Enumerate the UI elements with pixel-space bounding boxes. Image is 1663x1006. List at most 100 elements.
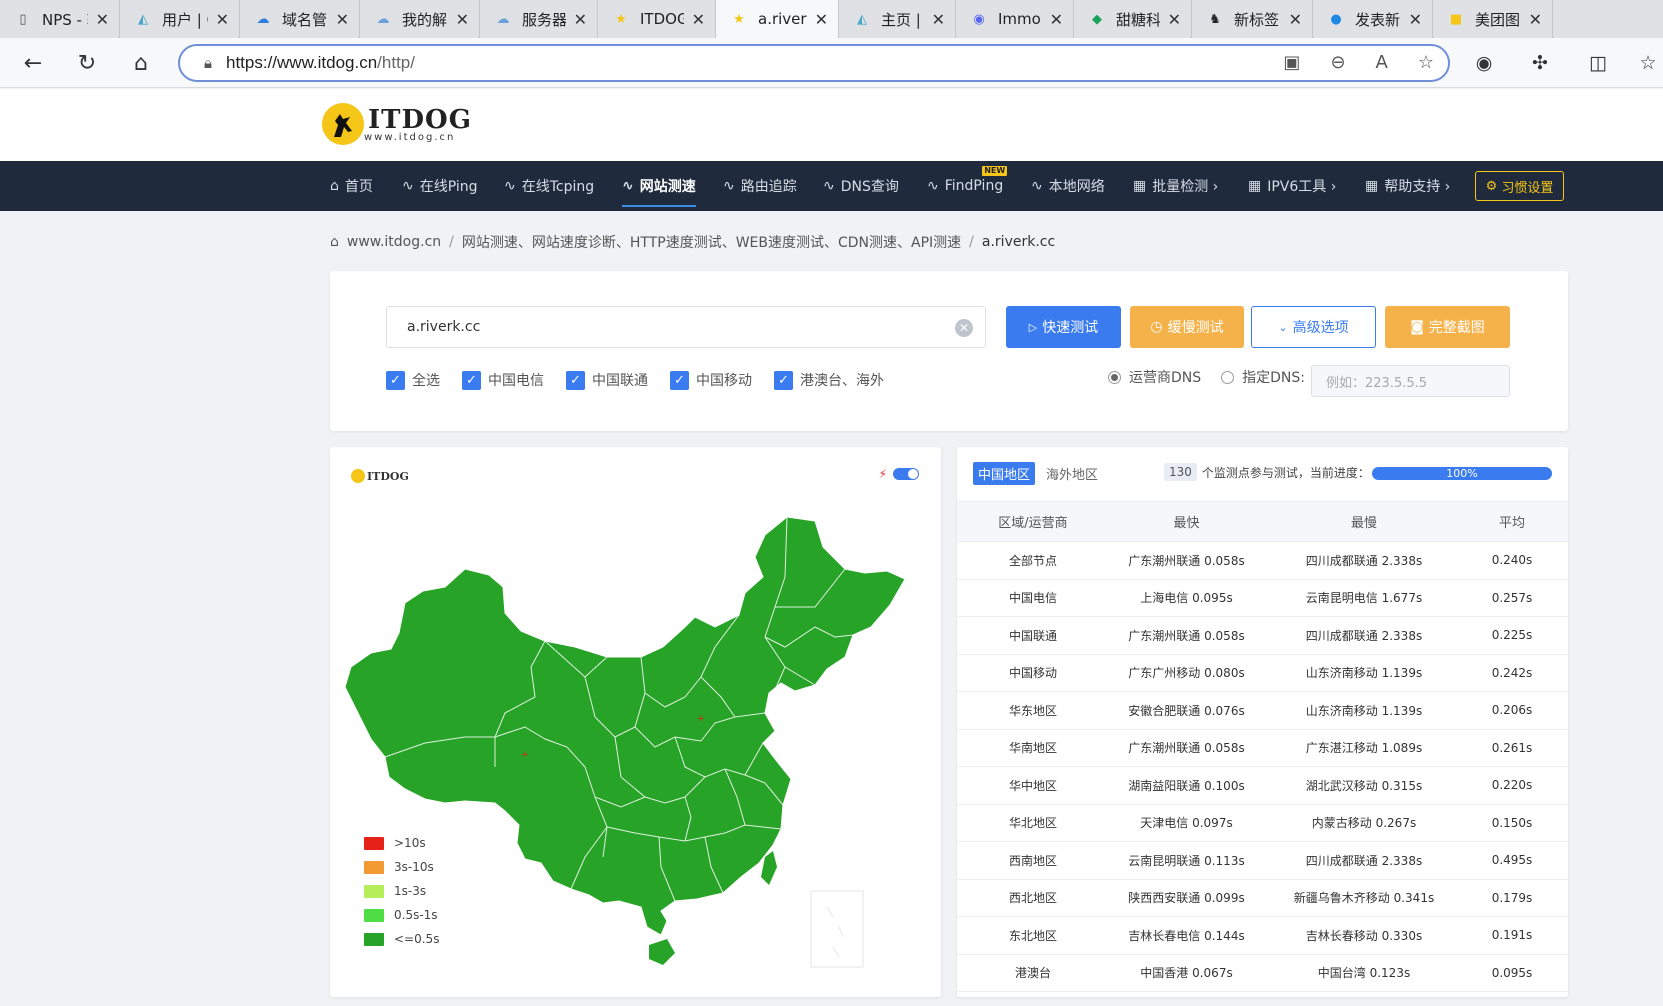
slow-test-button[interactable]: ◷ 缓慢测试 (1130, 306, 1244, 348)
browser-tab[interactable]: ◭用户 | C✕ (120, 0, 240, 38)
map-legend: >10s 3s-10s 1s-3s 0.5s-1s <=0.5s (364, 831, 439, 951)
checkmark-icon[interactable]: ✓ (670, 370, 689, 390)
custom-dns-radio[interactable] (1221, 370, 1235, 384)
close-icon[interactable]: ✕ (1168, 10, 1181, 29)
chevron-down-icon: ⌄ (1278, 320, 1288, 334)
progress-fill: 100% (1372, 467, 1552, 480)
checkmark-icon[interactable]: ✓ (386, 370, 405, 390)
custom-dns-input[interactable]: 例如：223.5.5.5 (1311, 365, 1510, 397)
tab-overseas[interactable]: 海外地区 (1041, 462, 1103, 485)
checkmark-icon[interactable]: ✓ (462, 370, 481, 390)
read-aloud-icon[interactable]: A (1376, 52, 1388, 73)
favorites-icon[interactable]: ☆ (1633, 48, 1663, 78)
carrier-checkbox[interactable]: ✓ 中国联通 (566, 370, 648, 390)
new-badge: NEW (982, 166, 1008, 176)
nav-item[interactable]: ∿ 路由追踪 (723, 161, 797, 211)
extension-icon[interactable]: ◉ (1469, 48, 1499, 78)
operator-dns-radio[interactable] (1108, 370, 1121, 384)
carrier-checkbox[interactable]: ✓ 全选 (386, 370, 440, 390)
puzzle-icon[interactable]: ✣ (1525, 48, 1555, 78)
legend-item: >10s (364, 831, 439, 855)
quick-test-button[interactable]: ▷ 快速测试 (1006, 306, 1121, 348)
table-cell: 0.242s (1491, 665, 1533, 680)
nav-icon: ∿ (927, 178, 939, 194)
close-icon[interactable]: ✕ (1409, 10, 1422, 29)
map-toggle[interactable]: ⚡︎ (879, 467, 919, 481)
close-icon[interactable]: ✕ (96, 10, 109, 29)
browser-tab[interactable]: ☁ 我的解 ✕ (360, 0, 480, 38)
settings-button[interactable]: ⚙ 习惯设置 (1475, 171, 1564, 201)
toggle-switch[interactable] (893, 468, 919, 480)
browser-tab[interactable]: ◭主页 | A✕ (839, 0, 956, 38)
nav-item[interactable]: ▦ 帮助支持 › (1365, 161, 1450, 211)
nav-item[interactable]: ∿ 网站测速 (622, 161, 696, 211)
browser-tab[interactable]: ★ITDOG✕ (598, 0, 716, 38)
table-row: 华北地区 天津电信 0.097s 内蒙古移动 0.267s 0.150s (957, 805, 1568, 842)
browser-tab[interactable]: ☁ 服务器 ✕ (480, 0, 598, 38)
carrier-checkbox[interactable]: ✓ 港澳台、海外 (774, 370, 884, 390)
nav-item[interactable]: ▦ IPV6工具 › (1248, 161, 1336, 211)
home-icon[interactable]: ⌂ (126, 48, 156, 78)
url-bar[interactable]: 🔒︎ https://www.itdog.cn/http/ ▣ ⊖ A ☆ (178, 44, 1450, 82)
nav-item[interactable]: ∿ 本地网络 (1031, 161, 1105, 211)
browser-tab[interactable]: ♞ 新标签 ✕ (1192, 0, 1313, 38)
cloud-icon: ☁ (376, 11, 390, 27)
table-cell: 湖北武汉移动 0.315s (1305, 778, 1423, 793)
nav-item[interactable]: ∿ 在线Ping (402, 161, 478, 211)
legend-swatch (364, 884, 384, 898)
nav-icon: ⌂ (330, 178, 339, 194)
table-cell: 湖南益阳联通 0.100s (1128, 778, 1245, 793)
carrier-checkbox[interactable]: ✓ 中国电信 (462, 370, 544, 390)
favorite-star-icon[interactable]: ☆ (1418, 52, 1434, 73)
browser-tab[interactable]: ● 发表新 ✕ (1313, 0, 1433, 38)
nav-item[interactable]: ∿ FindPing NEW (927, 161, 1008, 211)
close-icon[interactable]: ✕ (692, 10, 705, 29)
browser-tab[interactable]: ☁ 域名管 ✕ (240, 0, 360, 38)
tab-china[interactable]: 中国地区 (973, 462, 1036, 485)
slow-node-marker: + (521, 750, 529, 760)
browser-tab[interactable]: ◆ 甜糖科 ✕ (1074, 0, 1192, 38)
results-panel: 中国地区 海外地区 130 个监测点参与测试，当前进度： 100% 区域/运营商… (957, 447, 1568, 997)
browser-tab[interactable]: ★a.riverk✕ (716, 0, 839, 38)
refresh-icon[interactable]: ↻ (72, 48, 102, 78)
browser-tab[interactable]: ■ 美团图 ✕ (1433, 0, 1553, 38)
checkmark-icon[interactable]: ✓ (566, 370, 585, 390)
nav-item[interactable]: ∿ 在线Tcping (504, 161, 594, 211)
close-icon[interactable]: ✕ (574, 10, 587, 29)
table-row: 西北地区 陕西西安联通 0.099s 新疆乌鲁木齐移动 0.341s 0.179s (957, 880, 1568, 917)
nav-icon: ∿ (823, 178, 835, 194)
nav-item[interactable]: ∿ DNS查询 (823, 161, 899, 211)
back-icon[interactable]: ← (18, 48, 48, 78)
clipboard-icon[interactable]: ▣ (1283, 52, 1300, 73)
itdog-logo[interactable]: ITDOG www.itdog.cn (322, 103, 472, 145)
breadcrumb-section[interactable]: 网站测速、网站速度诊断、HTTP速度测试、WEB速度测试、CDN测速、API测速 (462, 232, 961, 252)
close-icon[interactable]: ✕ (456, 10, 469, 29)
zoom-out-icon[interactable]: ⊖ (1330, 52, 1345, 73)
close-icon[interactable]: ✕ (216, 10, 229, 29)
nav-item[interactable]: ⌂ 首页 (330, 161, 373, 211)
table-cell: 新疆乌鲁木齐移动 0.341s (1293, 891, 1435, 906)
screenshot-button[interactable]: ◙ 完整截图 (1385, 306, 1510, 348)
dns-options: 运营商DNS 指定DNS: (1108, 367, 1305, 387)
advanced-options-button[interactable]: ⌄ 高级选项 (1251, 306, 1376, 348)
browser-tab[interactable]: ▯NPS - 轻✕ (0, 0, 120, 38)
table-cell: 华南地区 (1008, 741, 1057, 756)
close-icon[interactable]: ✕ (336, 10, 349, 29)
browser-tab[interactable]: ◉Immor✕ (956, 0, 1074, 38)
split-screen-icon[interactable]: ◫ (1583, 48, 1613, 78)
domain-input[interactable]: a.riverk.cc ✕ (386, 306, 986, 348)
clear-icon[interactable]: ✕ (955, 319, 973, 337)
table-cell: 广东潮州联通 0.058s (1128, 628, 1245, 643)
region-tabs: 中国地区 海外地区 (973, 462, 1109, 485)
checkmark-icon[interactable]: ✓ (774, 370, 793, 390)
close-icon[interactable]: ✕ (932, 10, 945, 29)
nav-item[interactable]: ▦ 批量检测 › (1133, 161, 1218, 211)
table-cell: 云南昆明联通 0.113s (1128, 853, 1245, 868)
close-icon[interactable]: ✕ (1289, 10, 1302, 29)
close-icon[interactable]: ✕ (1529, 10, 1542, 29)
breadcrumb-home[interactable]: www.itdog.cn (347, 234, 441, 250)
lock-icon: 🔒︎ (204, 54, 212, 72)
carrier-checkbox[interactable]: ✓ 中国移动 (670, 370, 752, 390)
close-icon[interactable]: ✕ (815, 10, 828, 29)
close-icon[interactable]: ✕ (1050, 10, 1063, 29)
